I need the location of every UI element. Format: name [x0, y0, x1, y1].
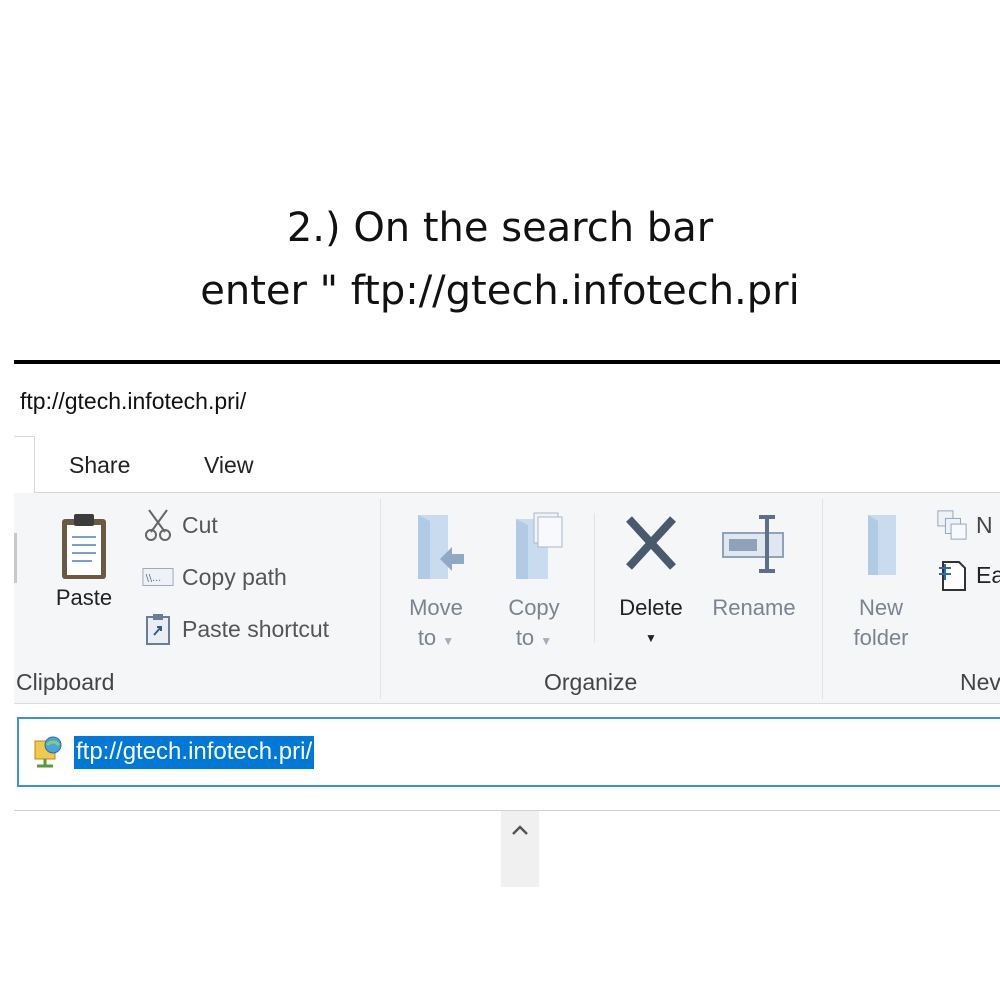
new-item-label: N [976, 511, 993, 538]
delete-button[interactable]: Delete ▼ [606, 511, 696, 653]
move-to-button[interactable]: Move to ▼ [396, 511, 476, 656]
address-input[interactable]: ftp://gtech.infotech.pri/ [74, 736, 315, 769]
chevron-down-icon: ▼ [442, 634, 455, 648]
collapse-ribbon-button[interactable] [501, 811, 539, 887]
easy-access-label: Ea [976, 561, 1000, 588]
organize-group-label: Organize [544, 669, 638, 695]
scissors-icon [142, 509, 174, 541]
instruction-line-2: enter " ftp://gtech.infotech.pri [200, 268, 800, 314]
paste-label: Paste [55, 585, 113, 610]
chevron-down-icon: ▼ [540, 634, 553, 648]
easy-access-button[interactable]: Ea [936, 559, 1000, 591]
easy-access-icon [936, 559, 968, 591]
tab-view[interactable]: View [204, 452, 253, 479]
copy-path-button[interactable]: \\... Copy path [142, 561, 287, 593]
ribbon-tabs: Share View [14, 436, 1000, 493]
move-to-label-2: to ▼ [417, 625, 455, 650]
instruction-line-1: 2.) On the search bar [286, 205, 714, 251]
ribbon-edge [14, 533, 17, 583]
clipboard-group-label: Clipboard [16, 669, 115, 695]
copy-path-label: Copy path [182, 563, 287, 590]
svg-text:\\...: \\... [146, 573, 161, 584]
rename-button[interactable]: Rename [704, 511, 804, 623]
group-separator [822, 499, 823, 699]
file-tab-edge [14, 436, 35, 493]
chevron-up-icon [511, 821, 529, 887]
delete-x-icon [606, 511, 696, 593]
rename-icon [704, 511, 804, 593]
paste-shortcut-label: Paste shortcut [182, 615, 330, 642]
folder-icon [836, 511, 926, 593]
new-group-label: Nev [960, 669, 1000, 695]
ribbon: Paste Cut \\... Copy path Paste shortcut… [14, 493, 1000, 704]
new-folder-label-1: New [858, 595, 903, 620]
rename-label: Rename [712, 595, 796, 620]
new-item-button[interactable]: N [936, 509, 993, 541]
new-folder-button[interactable]: New folder [836, 511, 926, 653]
copy-path-icon: \\... [142, 561, 174, 593]
delete-label: Delete [619, 595, 683, 620]
divider [14, 360, 1000, 364]
group-separator [380, 499, 381, 699]
clipboard-icon [44, 511, 124, 583]
window-title: ftp://gtech.infotech.pri/ [20, 388, 247, 414]
copy-to-label-1: Copy [508, 595, 560, 620]
address-bar[interactable]: ftp://gtech.infotech.pri/ [17, 717, 1000, 787]
copy-to-icon [494, 511, 574, 593]
move-to-label-1: Move [409, 595, 463, 620]
cut-label: Cut [182, 511, 218, 538]
new-folder-label-2: folder [853, 625, 909, 650]
cut-button[interactable]: Cut [142, 509, 218, 541]
network-globe-icon [31, 735, 65, 769]
copy-to-label-2: to ▼ [515, 625, 553, 650]
paste-shortcut-icon [142, 613, 174, 645]
copy-to-button[interactable]: Copy to ▼ [494, 511, 574, 656]
paste-shortcut-button[interactable]: Paste shortcut [142, 613, 329, 645]
move-to-icon [396, 511, 476, 593]
chevron-down-icon: ▼ [645, 631, 657, 645]
tab-share[interactable]: Share [69, 452, 130, 479]
new-item-icon [936, 509, 968, 541]
paste-button[interactable]: Paste [44, 511, 124, 613]
group-separator [594, 513, 595, 643]
